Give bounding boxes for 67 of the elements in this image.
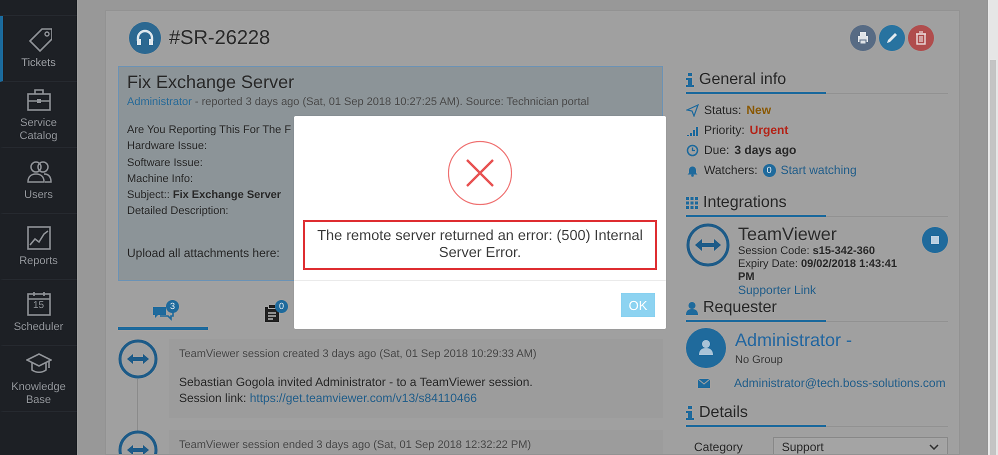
envelope-icon	[698, 378, 710, 388]
clock-icon	[686, 144, 699, 156]
print-button[interactable]	[850, 25, 876, 51]
bell-icon	[686, 164, 699, 176]
form-field-text: Machine Info:	[127, 172, 194, 187]
chevron-down-icon	[929, 444, 939, 450]
sidebar-item[interactable]: Users	[0, 148, 77, 214]
edit-button[interactable]	[879, 25, 905, 51]
scrollbar[interactable]	[988, 0, 998, 455]
stop-button[interactable]	[922, 227, 948, 253]
error-message: The remote server returned an error: (500) Internal Server Error.	[303, 220, 657, 270]
entry-header: TeamViewer session created 3 days ago (Sat, 01 Sep 2018 10:29:33 AM)	[179, 348, 538, 360]
field-label: Category	[694, 440, 743, 454]
chart-icon	[26, 225, 52, 251]
field-label: Priority:	[704, 123, 745, 137]
due-value: 3 days ago	[734, 143, 796, 157]
ticket-title: Fix Exchange Server	[127, 71, 296, 93]
headset-icon	[129, 22, 161, 54]
report-info: Administrator - reported 3 days ago (Sat, 01 Sep 2018 10:27:25 AM). Source: Technician portal	[127, 96, 590, 108]
link-label: Session link:	[179, 391, 248, 405]
form-field-text: Are You Reporting This For The F	[127, 123, 292, 138]
sidebar-item[interactable]: 15 Scheduler	[0, 280, 77, 346]
sidebar-item[interactable]: Service Catalog	[0, 82, 77, 148]
integration-name: TeamViewer	[738, 223, 838, 245]
section-title: Details	[699, 404, 748, 422]
tab[interactable]: 3	[118, 298, 208, 330]
priority-value: Urgent	[750, 123, 788, 137]
count-badge: 0	[275, 300, 288, 313]
field-label: Watchers:	[704, 163, 758, 177]
form-field-text: Software Issue:	[127, 156, 204, 171]
sidebar-item[interactable]: Tickets	[0, 16, 77, 82]
section-title: General info	[699, 71, 786, 89]
briefcase-icon	[26, 86, 52, 112]
error-icon	[447, 140, 513, 206]
info-icon	[686, 73, 694, 87]
field-label: Due:	[704, 143, 730, 157]
sidebar-item[interactable]: Knowledge Base	[0, 346, 77, 412]
form-field-text: Hardware Issue:	[127, 139, 208, 154]
grid-icon	[686, 197, 698, 209]
section-title: Integrations	[703, 194, 787, 212]
sidebar-item[interactable]: Reports	[0, 214, 77, 280]
delete-button[interactable]	[908, 25, 934, 51]
paper-plane-icon	[686, 104, 699, 116]
entry-text: Sebastian Gogola invited Administrator - to a TeamViewer session.	[179, 374, 534, 390]
ticket-number: #SR-26228	[169, 26, 272, 50]
info-icon	[686, 406, 694, 420]
requester-group: No Group	[735, 354, 852, 366]
entry-header: TeamViewer session ended 3 days ago (Sat, 01 Sep 2018 12:32:22 PM)	[179, 439, 532, 451]
calendar-icon: 15	[26, 291, 52, 317]
supporter-link[interactable]: Supporter Link	[738, 283, 816, 297]
start-watching-link[interactable]: Start watching	[780, 163, 857, 177]
category-select[interactable]: Support	[772, 437, 948, 454]
avatar-icon	[686, 328, 726, 368]
form-field-text: Detailed Description:	[127, 204, 230, 220]
email-link[interactable]: Administrator@tech.boss-solutions.com	[734, 376, 946, 390]
clipboard-icon	[264, 304, 280, 322]
count-badge: 3	[166, 300, 179, 313]
status-value: New	[746, 103, 772, 117]
form-field-text: Subject:: Fix Exchange Server	[127, 188, 282, 204]
section-title: Requester	[703, 299, 777, 317]
field-label: Status:	[704, 103, 742, 117]
users-icon	[26, 159, 52, 185]
user-icon	[686, 302, 698, 314]
watcher-count: 0	[762, 164, 776, 176]
upload-label: Upload all attachments here:	[127, 246, 280, 260]
session-code: Session Code: s15-342-360	[738, 245, 876, 258]
expiry-date: Expiry Date: 09/02/2018 1:43:41 PM	[738, 258, 898, 284]
